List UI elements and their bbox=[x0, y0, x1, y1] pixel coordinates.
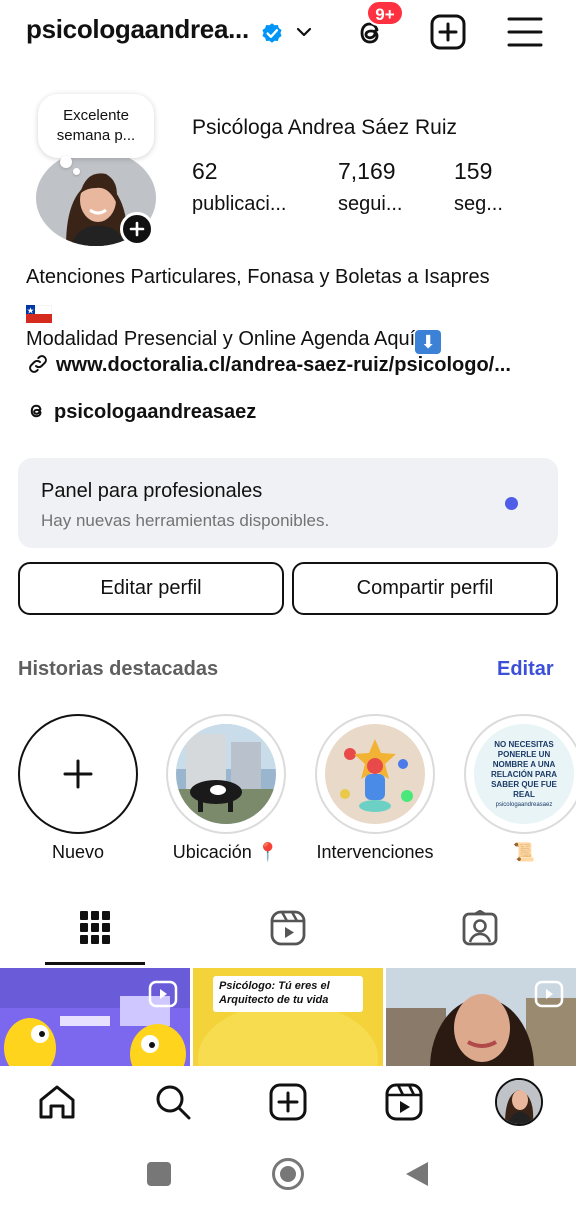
link-icon bbox=[29, 355, 47, 373]
bio-link-text[interactable]: www.doctoralia.cl/andrea-saez-ruiz/psico… bbox=[56, 354, 511, 376]
top-bar: psicologaandrea... 9+ bbox=[0, 0, 576, 66]
bio-line-1: Atenciones Particulares, Fonasa y Boleta… bbox=[26, 266, 490, 288]
bio: Atenciones Particulares, Fonasa y Boleta… bbox=[25, 262, 566, 355]
profile-avatar-nav[interactable] bbox=[495, 1078, 543, 1126]
chile-flag-icon bbox=[25, 302, 53, 323]
threads-small-icon bbox=[30, 404, 42, 418]
highlight-scroll[interactable]: NO NECESITAS PONERLE UN NOMBRE A UNA REL… bbox=[464, 714, 576, 863]
home-button-icon[interactable] bbox=[272, 1158, 304, 1190]
note-text: Excelente semana p... bbox=[56, 107, 136, 144]
panel-subtitle: Hay nuevas herramientas disponibles. bbox=[41, 511, 330, 530]
stat-following-value: 159 bbox=[454, 158, 493, 184]
create-post-icon[interactable] bbox=[269, 1083, 307, 1121]
threads-link[interactable]: psicologaandreasaez bbox=[26, 400, 256, 424]
panel-title: Panel para profesionales bbox=[41, 480, 263, 502]
highlight-cover-handle: psicologaandreasaez bbox=[495, 802, 553, 808]
stat-followers-label: segui... bbox=[338, 193, 403, 215]
reels-tab-icon[interactable] bbox=[270, 910, 306, 946]
profile-note[interactable]: Excelente semana p... bbox=[38, 94, 154, 158]
chevron-down-icon[interactable] bbox=[294, 22, 314, 42]
note-bubble-dot-small bbox=[73, 168, 80, 175]
threads-handle[interactable]: psicologaandreasaez bbox=[54, 401, 256, 423]
post-2-caption: Psicólogo: Tú eres el Arquitecto de tu v… bbox=[219, 980, 330, 1006]
highlights-edit-link[interactable]: Editar bbox=[497, 658, 554, 681]
stat-posts-label: publicaci... bbox=[192, 193, 287, 215]
profile-tabs bbox=[0, 900, 576, 966]
highlight-ring[interactable]: NO NECESITAS PONERLE UN NOMBRE A UNA REL… bbox=[464, 714, 576, 834]
new-highlight-circle[interactable] bbox=[18, 714, 138, 834]
highlight-cover bbox=[325, 724, 425, 824]
bio-line-3: Modalidad Presencial y Online Agenda Aqu… bbox=[26, 324, 566, 355]
profile-avatar[interactable] bbox=[36, 150, 156, 246]
stat-following[interactable]: 159 seg... bbox=[454, 158, 503, 216]
stat-followers-value: 7,169 bbox=[338, 158, 396, 184]
reels-icon[interactable] bbox=[385, 1083, 423, 1121]
search-icon[interactable] bbox=[154, 1083, 192, 1121]
active-tab-indicator bbox=[45, 962, 145, 965]
highlight-label: 📜 bbox=[512, 842, 536, 862]
stat-followers[interactable]: 7,169 segui... bbox=[338, 158, 402, 216]
stat-posts-value: 62 bbox=[192, 158, 218, 184]
highlight-new[interactable]: Nuevo bbox=[18, 714, 138, 863]
post-thumbnail-3[interactable] bbox=[386, 968, 576, 1066]
home-icon[interactable] bbox=[38, 1084, 76, 1120]
notification-badge: 9+ bbox=[366, 0, 404, 26]
stat-posts[interactable]: 62 publicaci... bbox=[192, 158, 287, 216]
stat-following-label: seg... bbox=[454, 193, 503, 215]
down-arrow-icon: ⬇ bbox=[415, 330, 442, 354]
recent-apps-icon[interactable] bbox=[147, 1162, 171, 1186]
bio-line-3-text: Modalidad Presencial y Online Agenda Aqu… bbox=[26, 328, 416, 350]
add-story-icon[interactable] bbox=[120, 212, 154, 246]
grid-tab-icon[interactable] bbox=[80, 911, 110, 945]
highlight-cover: NO NECESITAS PONERLE UN NOMBRE A UNA REL… bbox=[474, 724, 574, 824]
highlight-intervenciones[interactable]: Intervenciones bbox=[315, 714, 435, 863]
note-bubble-dot bbox=[60, 156, 72, 168]
highlight-ring[interactable] bbox=[315, 714, 435, 834]
bio-line-2 bbox=[25, 293, 566, 324]
highlight-label: Ubicación 📍 bbox=[172, 842, 280, 862]
plus-icon bbox=[63, 759, 93, 789]
highlight-cover-text: NO NECESITAS PONERLE UN NOMBRE A UNA REL… bbox=[490, 740, 558, 799]
professional-dashboard[interactable]: Panel para profesionales Hay nuevas herr… bbox=[18, 458, 558, 548]
tagged-tab-icon[interactable] bbox=[462, 910, 498, 946]
highlight-ubicacion[interactable]: Ubicación 📍 bbox=[166, 714, 286, 863]
profile-username[interactable]: psicologaandrea... bbox=[26, 14, 249, 45]
edit-profile-button[interactable]: Editar perfil bbox=[18, 562, 284, 615]
bio-link[interactable]: www.doctoralia.cl/andrea-saez-ruiz/psico… bbox=[26, 352, 511, 377]
highlights-title: Historias destacadas bbox=[18, 658, 219, 680]
share-profile-button[interactable]: Compartir perfil bbox=[292, 562, 558, 615]
bottom-navigation bbox=[0, 1066, 576, 1140]
plus-square-icon[interactable] bbox=[429, 13, 467, 51]
highlight-label: Nuevo bbox=[51, 842, 105, 862]
highlight-cover bbox=[176, 724, 276, 824]
post-thumbnail-1[interactable] bbox=[0, 968, 190, 1066]
display-name: Psicóloga Andrea Sáez Ruiz bbox=[192, 116, 457, 139]
highlight-label: Intervenciones bbox=[316, 842, 434, 862]
back-icon[interactable] bbox=[404, 1160, 430, 1188]
hamburger-menu-icon[interactable] bbox=[506, 13, 544, 51]
highlight-ring[interactable] bbox=[166, 714, 286, 834]
system-navigation-bar bbox=[0, 1140, 576, 1210]
post-thumbnail-2[interactable]: Psicólogo: Tú eres el Arquitecto de tu v… bbox=[193, 968, 383, 1066]
new-indicator-dot bbox=[505, 497, 518, 510]
verified-badge-icon bbox=[262, 23, 282, 43]
